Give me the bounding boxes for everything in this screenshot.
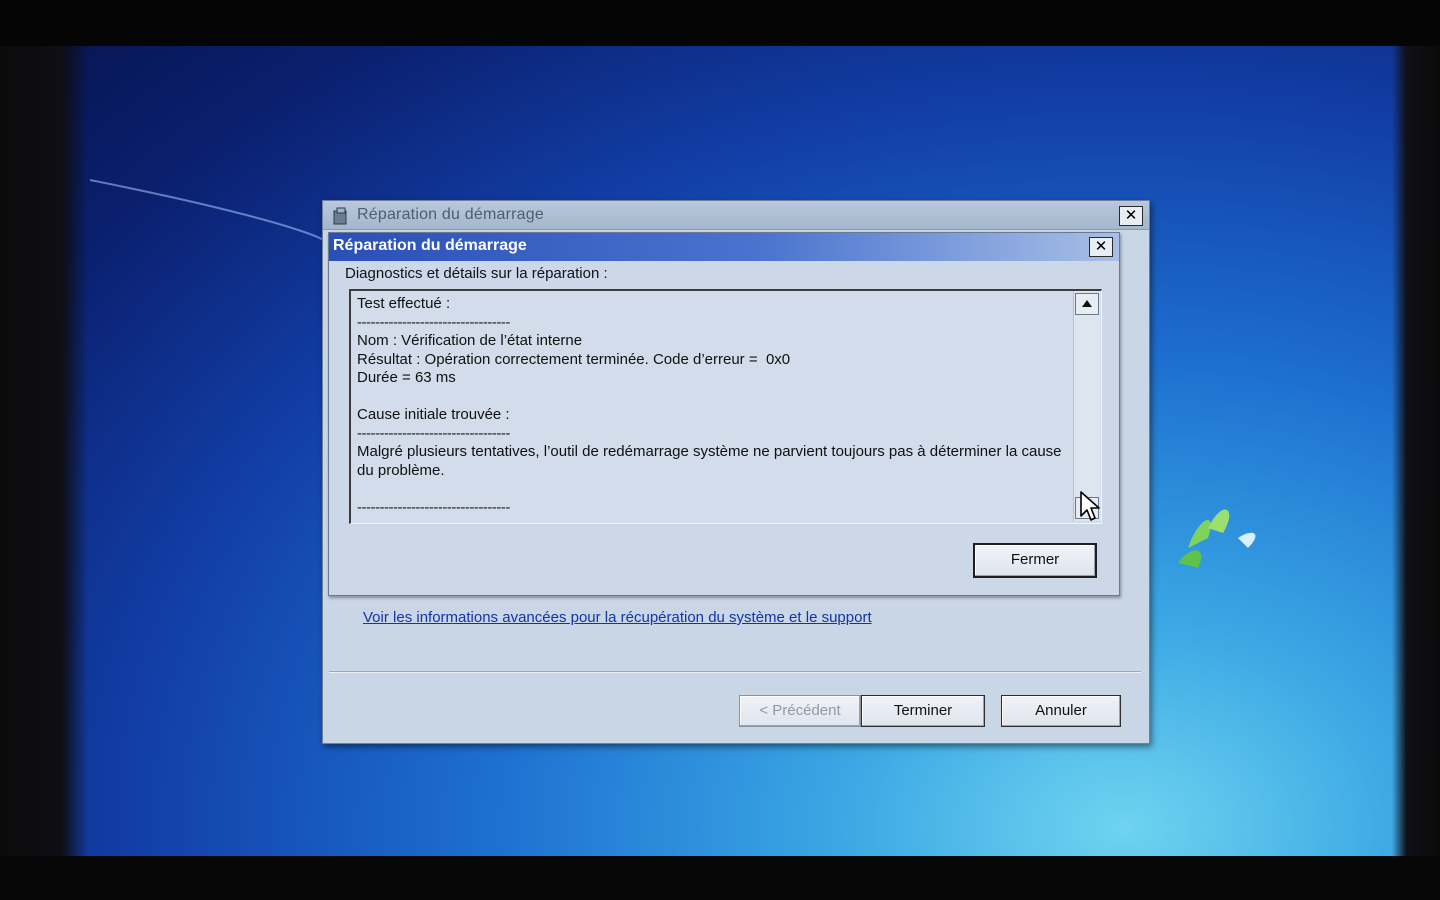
dialog-title: Réparation du démarrage xyxy=(333,237,527,254)
wizard-title: Réparation du démarrage xyxy=(357,206,544,223)
cause-header: Cause initiale trouvée : xyxy=(357,406,510,423)
desktop: Réparation du démarrage ✕ Voir les infor… xyxy=(0,0,1440,900)
test-header: Test effectué : xyxy=(357,295,451,312)
dialog-title-bar[interactable]: Réparation du démarrage ✕ xyxy=(329,233,1119,261)
details-content: Test effectué : ------------------------… xyxy=(357,295,1069,517)
monitor-bezel-top xyxy=(0,0,1440,46)
monitor-bezel-right xyxy=(1392,0,1440,900)
scroll-up-icon xyxy=(1082,300,1092,307)
app-icon xyxy=(333,207,347,225)
previous-button[interactable]: < Précédent xyxy=(739,695,861,727)
close-dialog-button[interactable]: Fermer xyxy=(973,543,1097,578)
close-icon: ✕ xyxy=(1094,237,1108,255)
monitor-bezel-bottom xyxy=(0,856,1440,900)
test-duration-line: Durée = 63 ms xyxy=(357,369,456,386)
details-scrollbar[interactable] xyxy=(1073,291,1100,521)
separator: ---------------------------------- xyxy=(357,313,510,331)
windows-wallpaper-logo xyxy=(1178,509,1256,568)
test-result-line: Résultat : Opération correctement termin… xyxy=(357,350,791,368)
monitor-bezel-left xyxy=(0,0,88,900)
repair-details-dialog: Réparation du démarrage ✕ Diagnostics et… xyxy=(328,232,1120,596)
footer-divider xyxy=(329,671,1141,673)
cause-text: Malgré plusieurs tentatives, l’outil de … xyxy=(357,443,1062,479)
separator: ---------------------------------- xyxy=(357,498,510,516)
diagnostics-details-textbox[interactable]: Test effectué : ------------------------… xyxy=(349,289,1102,524)
scroll-up-button[interactable] xyxy=(1075,293,1099,315)
dialog-close-button[interactable]: ✕ xyxy=(1089,237,1113,257)
cancel-button[interactable]: Annuler xyxy=(1001,695,1121,727)
diagnostics-label: Diagnostics et détails sur la réparation… xyxy=(345,265,608,282)
wizard-close-button[interactable]: ✕ xyxy=(1119,206,1143,226)
advanced-recovery-info-link[interactable]: Voir les informations avancées pour la r… xyxy=(363,609,872,626)
mouse-cursor-icon xyxy=(1080,491,1100,521)
test-name-line: Nom : Vérification de l’état interne xyxy=(357,332,583,349)
separator: ---------------------------------- xyxy=(357,424,510,442)
close-icon: ✕ xyxy=(1124,206,1138,224)
wizard-title-bar[interactable]: Réparation du démarrage ✕ xyxy=(323,201,1149,230)
finish-button[interactable]: Terminer xyxy=(861,695,985,727)
